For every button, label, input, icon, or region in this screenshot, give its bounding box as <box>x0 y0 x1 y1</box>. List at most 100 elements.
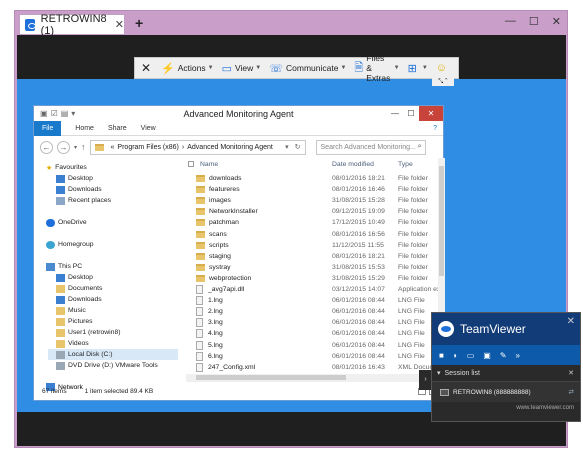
file-row[interactable]: images 31/08/2015 15:28 File folder <box>186 195 438 206</box>
select-all-checkbox[interactable] <box>188 161 194 167</box>
back-button[interactable]: ← <box>40 140 53 154</box>
explorer-close-button[interactable]: ✕ <box>419 106 443 121</box>
search-input[interactable]: Search Advanced Monitoring... ⌕ <box>315 139 426 155</box>
close-button[interactable]: ✕ <box>552 15 561 28</box>
tab-close-icon[interactable]: ✕ <box>115 18 124 31</box>
address-bar[interactable]: « Program Files (x86) › Advanced Monitor… <box>89 139 306 155</box>
communicate-menu[interactable]: ☏ Communicate ▼ <box>269 62 346 75</box>
end-session-icon[interactable]: ⇄ <box>569 388 574 396</box>
file-type: File folder <box>398 197 428 205</box>
maximize-button[interactable]: ☐ <box>529 15 539 28</box>
actions-menu[interactable]: ⚡ Actions ▼ <box>161 62 214 75</box>
headset-icon[interactable]: ◗ <box>453 351 458 360</box>
up-button[interactable]: ↑ <box>81 142 86 152</box>
file-list: Name Date modified Type downloads 08/01/2… <box>186 158 438 374</box>
file-row[interactable]: webprotection 31/08/2015 15:29 File folder <box>186 273 438 284</box>
tab-share[interactable]: Share <box>108 125 127 132</box>
session-tab[interactable]: RETROWIN8 (1) ✕ <box>19 13 125 37</box>
column-type[interactable]: Type <box>398 161 413 168</box>
file-name-cell: images <box>196 197 231 205</box>
file-row[interactable]: staging 08/01/2016 18:21 File folder <box>186 251 438 262</box>
nav-dvd-drive[interactable]: DVD Drive (D:) VMware Tools <box>56 360 158 371</box>
column-name[interactable]: Name <box>200 161 218 168</box>
file-row[interactable]: featureres 08/01/2016 16:46 File folder <box>186 184 438 195</box>
file-row[interactable]: 1.lng 06/01/2016 08:44 LNG File <box>186 295 438 306</box>
explorer-minimize-button[interactable]: — <box>387 106 403 121</box>
panel-close-icon[interactable]: ✕ <box>567 316 575 327</box>
help-icon[interactable]: ? <box>433 125 437 132</box>
file-row[interactable]: 4.lng 06/01/2016 08:44 LNG File <box>186 328 438 339</box>
nav-pictures[interactable]: Pictures <box>56 316 93 327</box>
nav-local-disk[interactable]: Local Disk (C:) <box>48 349 178 360</box>
tab-file[interactable]: File <box>34 120 62 136</box>
file-type: File folder <box>398 230 428 238</box>
toolbar-collapse[interactable]: ⤡ ⌃ <box>432 78 454 86</box>
smiley-icon: ☺ <box>435 62 447 74</box>
close-icon[interactable]: ✕ <box>568 369 574 377</box>
file-row[interactable]: 2.lng 06/01/2016 08:44 LNG File <box>186 306 438 317</box>
ribbon-tabs: File Home Share View ? <box>34 120 443 136</box>
file-row[interactable]: 6.lng 06/01/2016 08:44 LNG File <box>186 351 438 362</box>
nav-pc-downloads[interactable]: Downloads <box>56 294 102 305</box>
close-session-icon[interactable]: ✕ <box>141 61 151 75</box>
nav-label: OneDrive <box>58 219 87 226</box>
video-icon[interactable]: ■ <box>439 351 444 360</box>
nav-videos[interactable]: Videos <box>56 338 89 349</box>
nav-recent[interactable]: Recent places <box>56 195 111 206</box>
file-box-icon[interactable]: ▣ <box>483 351 491 360</box>
minimize-button[interactable]: — <box>505 15 516 28</box>
chat-icon[interactable]: ▭ <box>467 351 475 360</box>
view-menu[interactable]: ▭ View ▼ <box>222 62 262 75</box>
file-row[interactable]: systray 31/08/2015 15:53 File folder <box>186 262 438 273</box>
nav-favorites[interactable]: ★ Favourites <box>46 162 87 173</box>
file-row[interactable]: 247_Config.xml 08/01/2016 16:43 XML Docum <box>186 362 438 373</box>
session-item[interactable]: RETROWIN8 (888888888) ⇄ <box>432 382 580 402</box>
column-date[interactable]: Date modified <box>332 161 374 168</box>
address-dropdown-icon[interactable]: ▾ <box>285 143 289 151</box>
nav-onedrive[interactable]: OneDrive <box>46 217 87 228</box>
tab-home[interactable]: Home <box>75 125 94 132</box>
file-row[interactable]: NetworkInstaller 09/12/2015 19:09 File fol… <box>186 206 438 217</box>
file-row[interactable]: 5.lng 06/01/2016 08:44 LNG File <box>186 340 438 351</box>
nav-desktop[interactable]: Desktop <box>56 173 93 184</box>
file-row[interactable]: scans 08/01/2016 16:56 File folder <box>186 229 438 240</box>
file-row[interactable]: 3.lng 06/01/2016 08:44 LNG File <box>186 317 438 328</box>
whiteboard-icon[interactable]: ✎ <box>500 351 507 360</box>
file-icon <box>196 329 203 339</box>
refresh-icon[interactable]: ↻ <box>295 143 301 151</box>
nav-music[interactable]: Music <box>56 305 86 316</box>
file-row[interactable]: downloads 08/01/2016 18:21 File folder <box>186 173 438 184</box>
explorer-maximize-button[interactable]: ☐ <box>403 106 419 121</box>
nav-user1[interactable]: User1 (retrowin8) <box>56 327 121 338</box>
nav-pc-desktop[interactable]: Desktop <box>56 272 93 283</box>
file-row[interactable]: patchman 17/12/2015 10:49 File folder <box>186 217 438 228</box>
panel-footer[interactable]: www.teamviewer.com <box>432 402 580 414</box>
file-name: systray <box>209 263 231 271</box>
tab-view[interactable]: View <box>141 125 156 132</box>
address-row: ← → ▾ ↑ « Program Files (x86) › Advanced… <box>34 136 443 158</box>
chevron-down-icon: ▼ <box>421 65 428 71</box>
new-tab-button[interactable]: + <box>135 15 143 31</box>
more-icon[interactable]: » <box>516 351 520 360</box>
recent-places-icon <box>56 196 65 205</box>
folder-icon <box>196 208 205 216</box>
folder-icon <box>196 230 205 238</box>
files-extras-menu[interactable]: 🗎 Files & Extras ▼ <box>354 53 399 83</box>
emoji-button[interactable]: ☺ <box>436 62 450 74</box>
file-row[interactable]: scripts 11/12/2015 11:55 File folder <box>186 240 438 251</box>
scroll-thumb[interactable] <box>196 375 346 380</box>
nav-label: Downloads <box>68 186 102 193</box>
horizontal-scrollbar[interactable] <box>186 374 438 382</box>
forward-button[interactable]: → <box>57 140 70 154</box>
nav-homegroup[interactable]: Homegroup <box>46 239 94 250</box>
history-dropdown-icon[interactable]: ▾ <box>74 144 77 151</box>
session-list-header[interactable]: ▾ Session list ✕ <box>432 365 580 382</box>
scroll-thumb[interactable] <box>439 166 444 276</box>
breadcrumb-item[interactable]: Program Files (x86) <box>117 144 178 151</box>
nav-documents[interactable]: Documents <box>56 283 102 294</box>
nav-downloads[interactable]: Downloads <box>56 184 102 195</box>
windows-menu[interactable]: ⊞ ▼ <box>408 62 428 75</box>
nav-this-pc[interactable]: This PC <box>46 261 82 272</box>
file-row[interactable]: _avg7api.dll 03/12/2015 14:07 Application … <box>186 284 438 295</box>
breadcrumb-item[interactable]: Advanced Monitoring Agent <box>187 144 273 151</box>
